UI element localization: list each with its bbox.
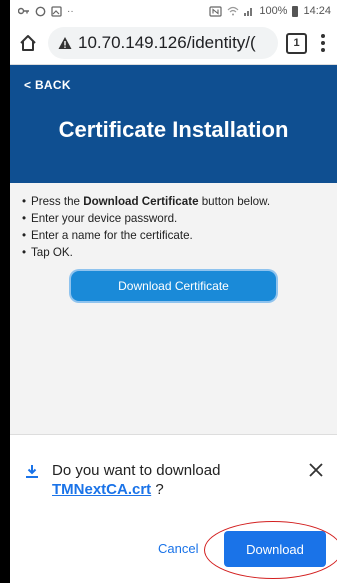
download-question-suffix: ? [151,481,164,498]
signal-icon [244,8,253,16]
home-icon [20,35,36,51]
image-icon [51,5,62,17]
status-bar: ·· 100% 14:24 [10,0,337,22]
home-button[interactable] [16,31,40,55]
back-link[interactable]: < BACK [24,78,71,92]
instruction-item: Enter your device password. [22,212,325,225]
instruction-item: Press the Download Certificate button be… [22,195,325,208]
browser-address-bar: 10.70.149.126/identity/( 1 [10,22,337,65]
status-left: ·· [18,6,74,17]
battery-percent: 100% [259,5,288,17]
close-icon[interactable] [309,463,323,477]
status-right: 100% 14:24 [209,5,331,17]
download-question: Do you want to download TMNextCA.crt ? [52,461,220,499]
instruction-text: Press the [31,195,84,208]
download-question-text: Do you want to download [52,462,221,479]
url-field[interactable]: 10.70.149.126/identity/( [48,27,278,59]
dots-icon: ·· [67,5,74,17]
page-content: Press the Download Certificate button be… [10,183,337,301]
wifi-icon [227,6,239,16]
highlight-annotation [204,521,337,579]
overflow-menu-icon[interactable] [315,34,331,52]
circle-icon [35,6,46,16]
instruction-item: Enter a name for the certificate. [22,229,325,242]
download-certificate-button[interactable]: Download Certificate [71,271,276,301]
page-header: < BACK Certificate Installation [10,65,337,183]
instruction-item: Tap OK. [22,246,325,259]
download-prompt-sheet: Do you want to download TMNextCA.crt ? C… [10,434,337,583]
tab-switcher-button[interactable]: 1 [286,32,307,54]
warning-icon [58,37,72,49]
download-filename[interactable]: TMNextCA.crt [52,481,151,498]
download-icon [26,465,38,478]
instruction-list: Press the Download Certificate button be… [22,195,325,259]
battery-icon [292,5,299,17]
instruction-bold-text: Download Certificate [83,195,199,208]
instruction-text: button below. [198,195,271,208]
key-icon [18,7,29,15]
page-title: Certificate Installation [58,117,289,142]
url-text: 10.70.149.126/identity/( [78,33,256,52]
clock: 14:24 [303,5,331,17]
cancel-button[interactable]: Cancel [158,541,198,556]
nfc-icon [209,5,222,17]
phone-screen: ·· 100% 14:24 10.70.149.126/identity/(1… [10,0,337,583]
